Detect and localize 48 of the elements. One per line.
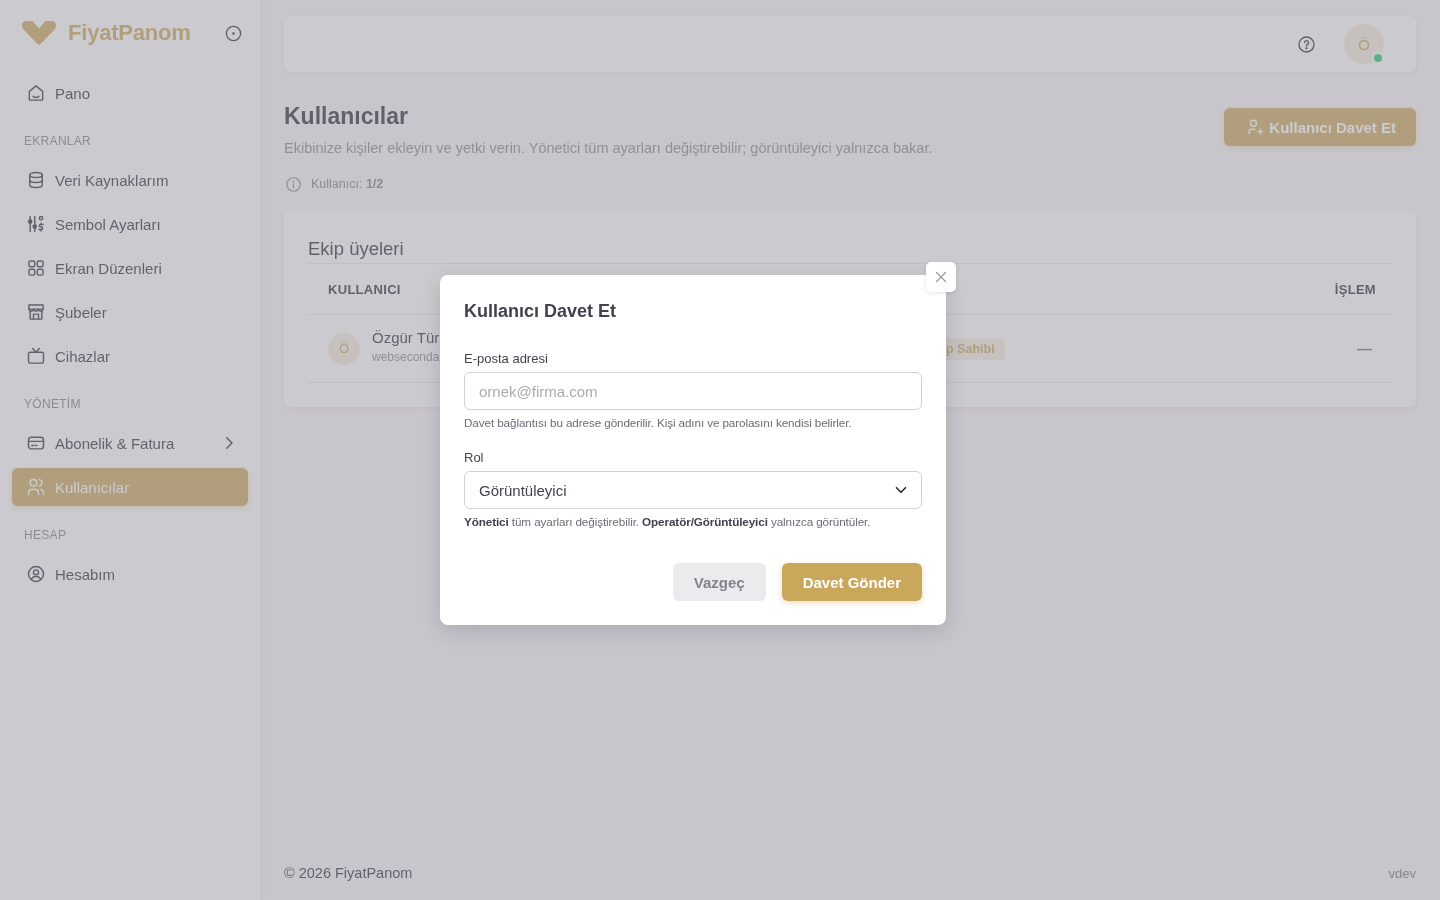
database-icon — [26, 170, 46, 190]
user-plus-icon — [1246, 118, 1265, 136]
column-header: İŞLEM — [1252, 264, 1392, 315]
sidebar-item[interactable]: Pano — [12, 74, 248, 112]
section-heading: EKRANLAR — [23, 133, 93, 150]
user-circle-icon — [26, 564, 46, 584]
role-badge: p Sahibi — [946, 337, 1005, 360]
action-text: — — [1357, 340, 1372, 357]
logo-icon — [22, 21, 56, 45]
sidebar-item[interactable]: Ekran Düzenleri — [12, 249, 248, 287]
field-label: E-posta adresi — [464, 350, 549, 368]
user-avatar: Ö — [328, 332, 360, 365]
store-icon — [26, 302, 46, 322]
help-icon[interactable] — [1297, 34, 1316, 54]
home-icon — [26, 83, 46, 103]
sidebar-item[interactable]: Hesabım — [12, 555, 248, 593]
sidebar-item[interactable]: Abonelik & Fatura — [12, 424, 248, 462]
brand-name: FiyatPanom — [68, 20, 191, 46]
card-title: Ekip üyeleri — [308, 237, 1392, 264]
section-heading: HESAP — [23, 527, 68, 544]
close-button[interactable] — [926, 262, 956, 292]
page-title: Kullanıcılar — [284, 102, 409, 131]
info-icon — [285, 175, 302, 193]
send-invite-button[interactable]: Davet Gönder — [781, 563, 922, 601]
field-label: Rol — [464, 449, 485, 467]
field-hint: Davet bağlantısı bu adrese gönderilir. Kişi adını ve parolasını kendisi belirler. — [464, 415, 853, 431]
sidebar-item[interactable]: Veri Kaynaklarım — [12, 161, 248, 199]
user-name: Özgür Tür — [372, 328, 440, 347]
circle-dot-icon[interactable] — [224, 23, 243, 43]
user-email: webseconda — [372, 350, 440, 365]
sliders-icon — [26, 214, 46, 234]
users-icon — [26, 477, 46, 497]
cancel-button[interactable]: Vazgeç — [672, 563, 766, 601]
credit-card-icon — [26, 433, 46, 453]
copyright-text: © 2026 FiyatPanom — [284, 865, 413, 881]
section-heading: YÖNETİM — [23, 396, 82, 413]
dialog-title: Kullanıcı Davet Et — [464, 300, 618, 323]
sidebar-item[interactable]: Şubeler — [12, 293, 248, 331]
sidebar-item[interactable]: Cihazlar — [12, 337, 248, 375]
sidebar-item[interactable]: Sembol Ayarları — [12, 205, 248, 243]
page-description: Ekibinize kişiler ekleyin ve yetki verin. Yönetici tüm ayarları değiştirebilir; görüntüleyici yalnızca bakar. — [284, 139, 933, 158]
email-input[interactable]: ornek@firma.com — [464, 372, 922, 410]
field-hint: Yönetici tüm ayarları değiştirebilir. Operatör/Görüntüleyici yalnızca görüntüler. — [464, 514, 872, 530]
version-text: vdev — [1388, 865, 1416, 881]
tv-icon — [26, 346, 46, 366]
user-quota-text: Kullanıcı: 1/2 — [311, 177, 384, 191]
role-select[interactable]: Görüntüleyici — [464, 471, 922, 509]
grid-icon — [26, 258, 46, 278]
